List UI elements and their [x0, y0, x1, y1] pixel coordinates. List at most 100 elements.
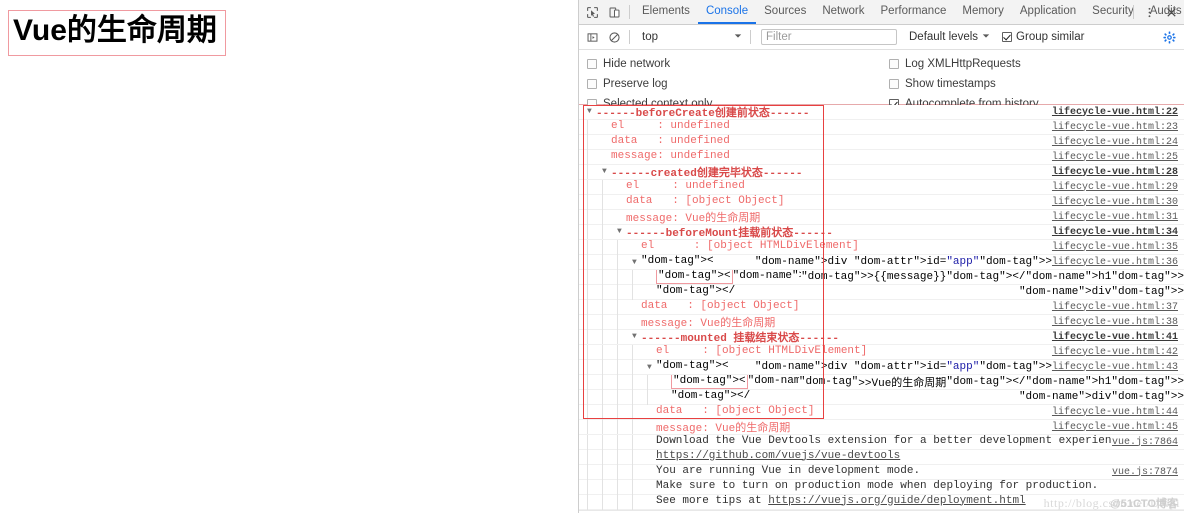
- console-source-link[interactable]: lifecycle-vue.html:34: [1052, 227, 1184, 238]
- tab-console[interactable]: Console: [697, 0, 757, 24]
- chevron-down-icon: [982, 31, 990, 43]
- console-message-text: data : undefined: [579, 134, 1052, 150]
- console-source-link[interactable]: lifecycle-vue.html:41: [1052, 332, 1184, 343]
- console-message-row[interactable]: Download the Vue Devtools extension for …: [579, 434, 1184, 450]
- console-source-link[interactable]: lifecycle-vue.html:29: [1052, 182, 1184, 193]
- console-message-row[interactable]: data : [object Object] lifecycle-vue.html…: [579, 194, 1184, 210]
- console-message-row[interactable]: ▼ ------beforeMount挂载前状态------ lifecycle-v…: [579, 224, 1184, 240]
- console-message-text: ▼ "dom-tag"><: [579, 254, 755, 270]
- console-message-row[interactable]: data : [object Object] lifecycle-vue.html…: [579, 404, 1184, 420]
- console-message-row[interactable]: You are running Vue in development mode.…: [579, 464, 1184, 480]
- console-message-row[interactable]: ▼ "dom-tag">< "dom-name" >div "dom-attr" >id…: [579, 254, 1184, 270]
- device-toolbar-icon[interactable]: [603, 1, 625, 23]
- filterbar-divider-2: [750, 30, 751, 44]
- console-message-row[interactable]: "dom-tag"></"dom-name" >div "dom-tag" >>: [579, 284, 1184, 300]
- console-source-link[interactable]: lifecycle-vue.html:38: [1052, 317, 1184, 328]
- console-message-row[interactable]: ▼ ------created创建完毕状态------ lifecycle-vue.…: [579, 164, 1184, 180]
- tab-performance[interactable]: Performance: [873, 0, 955, 24]
- console-message-text: message: Vue的生命周期: [579, 419, 1052, 435]
- console-message-row[interactable]: https://github.com/vuejs/vue-devtools: [579, 449, 1184, 465]
- preserve-log-checkbox[interactable]: [587, 79, 597, 89]
- log-levels-label: Default levels: [909, 31, 979, 43]
- log-levels-dropdown[interactable]: Default levels: [909, 31, 990, 43]
- show-timestamps-checkbox[interactable]: [889, 79, 899, 89]
- log-xmlhttprequests-checkbox[interactable]: [889, 59, 899, 69]
- console-source-link[interactable]: lifecycle-vue.html:44: [1052, 407, 1184, 418]
- group-similar-toggle[interactable]: Group similar: [1002, 31, 1084, 43]
- devtools-tabbar: Elements Console Sources Network Perform…: [579, 0, 1184, 25]
- console-message-row[interactable]: message: Vue的生命周期 lifecycle-vue.html:45: [579, 419, 1184, 435]
- close-icon[interactable]: [1160, 1, 1182, 23]
- console-filter-input[interactable]: [761, 29, 897, 45]
- console-message-text: ▼ ------mounted 挂载结束状态------: [579, 329, 1052, 345]
- setting-log-xmlhttprequests[interactable]: Log XMLHttpRequests: [889, 54, 1039, 74]
- console-source-link[interactable]: lifecycle-vue.html:31: [1052, 212, 1184, 223]
- console-source-link[interactable]: lifecycle-vue.html:35: [1052, 242, 1184, 253]
- console-message-row[interactable]: el : [object HTMLDivElement] lifecycle-vu…: [579, 344, 1184, 360]
- group-similar-checkbox[interactable]: [1002, 32, 1013, 42]
- console-source-link[interactable]: lifecycle-vue.html:22: [1052, 107, 1184, 118]
- console-message-row[interactable]: data : [object Object] lifecycle-vue.html…: [579, 299, 1184, 315]
- console-source-link[interactable]: lifecycle-vue.html:24: [1052, 137, 1184, 148]
- toolbar-divider: [629, 5, 630, 19]
- console-source-link[interactable]: lifecycle-vue.html:25: [1052, 152, 1184, 163]
- setting-preserve-log[interactable]: Preserve log: [587, 74, 712, 94]
- tab-memory[interactable]: Memory: [954, 0, 1012, 24]
- setting-show-timestamps[interactable]: Show timestamps: [889, 74, 1039, 94]
- console-source-link[interactable]: lifecycle-vue.html:42: [1052, 347, 1184, 358]
- tab-elements[interactable]: Elements: [634, 0, 698, 24]
- console-message-row[interactable]: Make sure to turn on production mode whe…: [579, 479, 1184, 495]
- console-message-row[interactable]: el : [object HTMLDivElement] lifecycle-vu…: [579, 239, 1184, 255]
- console-source-link[interactable]: vue.js:7864: [1112, 437, 1184, 448]
- console-message-text: el : undefined: [579, 119, 1052, 135]
- console-message-row[interactable]: ▼ ------mounted 挂载结束状态------ lifecycle-vue…: [579, 329, 1184, 345]
- console-message-text: ▼ ------beforeMount挂载前状态------: [579, 224, 1052, 240]
- console-message-text: ▼ ------created创建完毕状态------: [579, 164, 1052, 180]
- console-message-row[interactable]: ▼ "dom-tag">< "dom-name" >div "dom-attr" >id…: [579, 359, 1184, 375]
- console-message-text: el : [object HTMLDivElement]: [579, 239, 1052, 255]
- console-message-list[interactable]: ▼ ------beforeCreate创建前状态------ lifecycle-…: [579, 105, 1184, 513]
- setting-label: Preserve log: [603, 78, 668, 90]
- filterbar-divider: [629, 30, 630, 44]
- setting-label: Hide network: [603, 58, 671, 70]
- toolbar-divider-right: [1133, 5, 1134, 19]
- console-message-text: message: undefined: [579, 149, 1052, 165]
- console-source-link[interactable]: vue.js:7874: [1112, 467, 1184, 478]
- console-message-row[interactable]: "dom-tag"><"dom-name">h1"dom-tag">>Vue的生…: [579, 374, 1184, 390]
- inspect-element-icon[interactable]: [581, 1, 603, 23]
- devtools-tabbar-right: [1129, 1, 1182, 23]
- console-source-link[interactable]: lifecycle-vue.html:45: [1052, 422, 1184, 433]
- execution-context-select[interactable]: top: [638, 28, 746, 46]
- console-message-row[interactable]: ▼ ------beforeCreate创建前状态------ lifecycle-…: [579, 105, 1184, 120]
- console-message-row[interactable]: "dom-tag"><"dom-name">h1"dom-tag">>{{mes…: [579, 269, 1184, 285]
- console-message-row[interactable]: el : undefined lifecycle-vue.html:23: [579, 119, 1184, 135]
- console-rows: ▼ ------beforeCreate创建前状态------ lifecycle-…: [579, 105, 1184, 510]
- console-message-text: https://github.com/vuejs/vue-devtools: [579, 449, 1184, 465]
- console-message-text: "dom-tag"></: [579, 389, 1019, 405]
- tab-network[interactable]: Network: [814, 0, 872, 24]
- gear-icon[interactable]: [1163, 30, 1176, 44]
- console-message-text: "dom-tag"><"dom-name">h1: [579, 374, 799, 390]
- setting-label: Log XMLHttpRequests: [905, 58, 1021, 70]
- console-source-link[interactable]: lifecycle-vue.html:30: [1052, 197, 1184, 208]
- setting-hide-network[interactable]: Hide network: [587, 54, 712, 74]
- console-source-link[interactable]: lifecycle-vue.html:28: [1052, 167, 1184, 178]
- console-message-row[interactable]: data : undefined lifecycle-vue.html:24: [579, 134, 1184, 150]
- console-message-row[interactable]: el : undefined lifecycle-vue.html:29: [579, 179, 1184, 195]
- tab-application[interactable]: Application: [1012, 0, 1084, 24]
- console-message-row[interactable]: message: Vue的生命周期 lifecycle-vue.html:38: [579, 314, 1184, 330]
- clear-console-icon[interactable]: [603, 26, 625, 48]
- inspected-page: Vue的生命周期: [0, 0, 578, 513]
- console-source-link[interactable]: lifecycle-vue.html:43: [1052, 362, 1184, 373]
- console-message-text: "dom-tag"></: [579, 284, 1019, 300]
- hide-network-checkbox[interactable]: [587, 59, 597, 69]
- console-source-link[interactable]: lifecycle-vue.html:36: [1052, 257, 1184, 268]
- console-source-link[interactable]: lifecycle-vue.html:23: [1052, 122, 1184, 133]
- tab-sources[interactable]: Sources: [756, 0, 814, 24]
- kebab-menu-icon[interactable]: [1138, 1, 1160, 23]
- console-message-row[interactable]: message: undefined lifecycle-vue.html:25: [579, 149, 1184, 165]
- console-source-link[interactable]: lifecycle-vue.html:37: [1052, 302, 1184, 313]
- console-message-row[interactable]: message: Vue的生命周期 lifecycle-vue.html:31: [579, 209, 1184, 225]
- console-message-row[interactable]: "dom-tag"></"dom-name" >div "dom-tag" >>: [579, 389, 1184, 405]
- console-sidebar-icon[interactable]: [581, 26, 603, 48]
